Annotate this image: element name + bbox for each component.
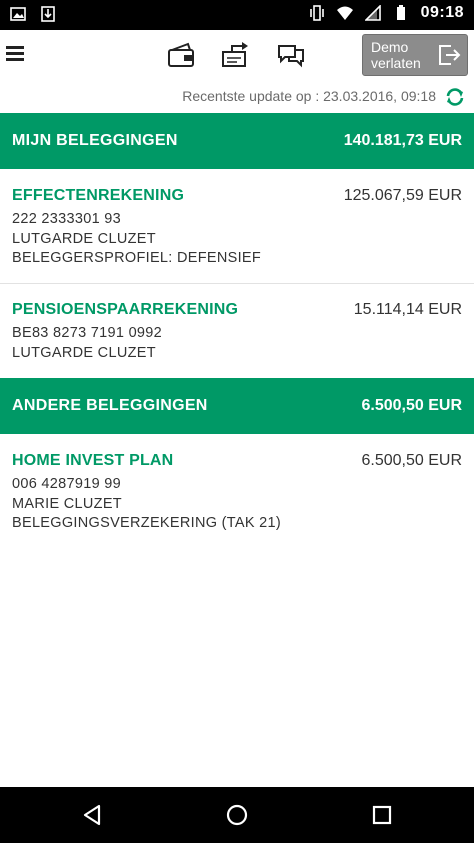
account-name: HOME INVEST PLAN <box>12 452 174 469</box>
section-total: 140.181,73 EUR <box>343 132 462 149</box>
account-number: 222 2333301 93 <box>12 211 122 227</box>
account-holder: LUTGARDE CLUZET <box>12 231 156 247</box>
signal-icon <box>364 5 381 21</box>
update-row: Recentste update op : 23.03.2016, 09:18 <box>0 86 474 110</box>
image-icon <box>10 7 26 21</box>
account-item-pensioenspaarrekening[interactable]: PENSIOENSPAARREKENING 15.114,14 EUR BE83… <box>0 301 474 377</box>
home-icon[interactable] <box>225 803 249 827</box>
section-title: ANDERE BELEGGINGEN <box>12 397 208 414</box>
account-number: 006 4287919 99 <box>12 476 122 492</box>
account-name: EFFECTENREKENING <box>12 187 185 204</box>
menu-icon[interactable] <box>6 46 24 62</box>
exit-icon <box>439 45 461 65</box>
vibrate-icon <box>309 5 324 21</box>
wallet-icon[interactable] <box>166 40 198 72</box>
battery-icon <box>396 5 405 20</box>
account-holder: MARIE CLUZET <box>12 496 122 512</box>
account-item-home-invest-plan[interactable]: HOME INVEST PLAN 6.500,50 EUR 006 428791… <box>0 452 474 548</box>
transfer-icon[interactable] <box>220 40 252 72</box>
recents-icon[interactable] <box>370 803 394 827</box>
wifi-icon <box>336 6 353 20</box>
demo-exit-button[interactable]: Demo verlaten <box>362 34 468 76</box>
demo-label-line1: Demo <box>371 39 409 55</box>
chat-icon[interactable] <box>275 40 307 72</box>
status-bar: 09:18 <box>0 0 474 30</box>
divider <box>0 283 474 284</box>
account-number: BE83 8273 7191 0992 <box>12 325 163 341</box>
section-title: MIJN BELEGGINGEN <box>12 132 178 149</box>
back-icon[interactable] <box>80 803 104 827</box>
section-header-mijn-beleggingen[interactable]: MIJN BELEGGINGEN 140.181,73 EUR <box>0 113 474 169</box>
account-holder: LUTGARDE CLUZET <box>12 345 156 361</box>
refresh-icon[interactable] <box>444 86 466 108</box>
account-amount: 15.114,14 EUR <box>353 301 462 318</box>
clock: 09:18 <box>420 4 464 21</box>
section-total: 6.500,50 EUR <box>361 397 462 414</box>
download-icon <box>41 6 55 22</box>
section-header-andere-beleggingen[interactable]: ANDERE BELEGGINGEN 6.500,50 EUR <box>0 378 474 434</box>
account-name: PENSIOENSPAARREKENING <box>12 301 239 318</box>
account-amount: 125.067,59 EUR <box>343 187 462 204</box>
account-amount: 6.500,50 EUR <box>361 452 462 469</box>
account-profile: BELEGGERSPROFIEL: DEFENSIEF <box>12 250 262 266</box>
last-update-text: Recentste update op : 23.03.2016, 09:18 <box>182 88 436 104</box>
app-toolbar: Demo verlaten <box>0 30 474 82</box>
demo-label-line2: verlaten <box>371 55 421 71</box>
system-nav-bar <box>0 787 474 843</box>
account-type: BELEGGINGSVERZEKERING (TAK 21) <box>12 515 281 531</box>
account-item-effectenrekening[interactable]: EFFECTENREKENING 125.067,59 EUR 222 2333… <box>0 187 474 283</box>
